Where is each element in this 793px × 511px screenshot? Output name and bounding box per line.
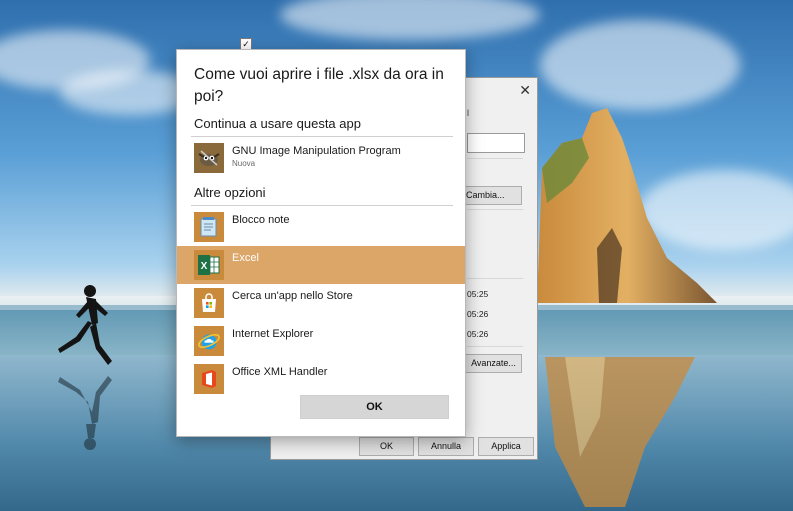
app-option-store[interactable]: Cerca un'app nello Store bbox=[177, 284, 465, 322]
gimp-icon bbox=[194, 143, 224, 173]
divider bbox=[191, 205, 453, 206]
change-button[interactable]: Cambia... bbox=[461, 186, 522, 205]
app-name: Excel bbox=[232, 252, 259, 264]
divider bbox=[467, 209, 523, 210]
checkmark-icon: ✓ bbox=[242, 39, 250, 49]
dialog-title: Come vuoi aprire i file .xlsx da ora in … bbox=[194, 66, 444, 105]
new-badge: Nuova bbox=[232, 159, 256, 168]
app-option-office-xml-handler[interactable]: Office XML Handler bbox=[177, 360, 465, 398]
runner-silhouette bbox=[58, 285, 112, 365]
rock-reflection bbox=[545, 357, 695, 507]
cancel-button[interactable]: Annulla bbox=[418, 437, 474, 456]
divider bbox=[467, 346, 523, 347]
runner-reflection bbox=[58, 376, 112, 450]
tab-fragment: l bbox=[467, 108, 469, 118]
svg-text:X: X bbox=[201, 261, 208, 272]
open-with-dialog: Come vuoi aprire i file .xlsx da ora in … bbox=[176, 49, 466, 437]
app-option-notepad[interactable]: Blocco note bbox=[177, 208, 465, 246]
office-icon bbox=[194, 364, 224, 394]
apply-button[interactable]: Applica bbox=[478, 437, 534, 456]
excel-icon: X bbox=[194, 250, 224, 280]
modified-time: 05:26 bbox=[467, 309, 489, 319]
internet-explorer-icon bbox=[194, 326, 224, 356]
cloud bbox=[540, 20, 740, 110]
cloud bbox=[280, 0, 540, 40]
app-name: Internet Explorer bbox=[232, 328, 314, 340]
store-icon bbox=[194, 288, 224, 318]
opens-with-field bbox=[467, 133, 525, 153]
app-option-internet-explorer[interactable]: Internet Explorer bbox=[177, 322, 465, 360]
divider bbox=[191, 136, 453, 137]
app-name: Blocco note bbox=[232, 214, 290, 226]
other-options-heading: Altre opzioni bbox=[194, 185, 266, 200]
ok-button[interactable]: OK bbox=[300, 395, 449, 419]
app-name: GNU Image Manipulation Program bbox=[232, 145, 401, 157]
notepad-icon bbox=[194, 212, 224, 242]
rock-formation bbox=[537, 108, 717, 303]
advanced-button[interactable]: Avanzate... bbox=[465, 354, 522, 373]
app-name: Office XML Handler bbox=[232, 366, 328, 378]
app-option-excel[interactable]: X Excel bbox=[177, 246, 465, 284]
app-name: Cerca un'app nello Store bbox=[232, 290, 353, 302]
accessed-time: 05:26 bbox=[467, 329, 489, 339]
continue-heading: Continua a usare questa app bbox=[194, 116, 361, 131]
close-icon[interactable]: ✕ bbox=[519, 82, 531, 99]
ok-button[interactable]: OK bbox=[359, 437, 414, 456]
app-option-gimp[interactable]: GNU Image Manipulation Program Nuova bbox=[177, 139, 465, 177]
divider bbox=[467, 278, 523, 279]
created-time: 05:25 bbox=[467, 289, 489, 299]
divider bbox=[467, 158, 523, 159]
